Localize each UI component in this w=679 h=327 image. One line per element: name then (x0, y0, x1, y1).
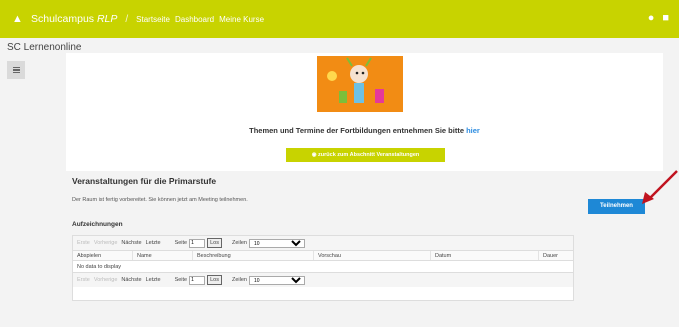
col-beschreibung[interactable]: Beschreibung (193, 251, 314, 260)
pager-first[interactable]: Erste (77, 240, 90, 246)
join-button[interactable]: Teilnehmen (588, 199, 645, 214)
chat-icon[interactable]: ■ (662, 13, 669, 24)
pager-prev[interactable]: Vorherige (94, 240, 118, 246)
pager-last[interactable]: Letzte (146, 240, 161, 246)
recordings-title: Aufzeichnungen (72, 221, 123, 228)
col-abspielen[interactable]: Abspielen (73, 251, 133, 260)
pager-next[interactable]: Nächste (121, 277, 141, 283)
page-input[interactable] (189, 238, 206, 248)
go-button[interactable]: Los (207, 275, 222, 285)
col-name[interactable]: Name (133, 251, 193, 260)
brand-name: Schulcampus (31, 13, 97, 25)
rows-select[interactable]: 10 (248, 275, 305, 285)
pager-prev[interactable]: Vorherige (94, 277, 118, 283)
brand-suffix: RLP (96, 13, 118, 25)
graduation-cap-icon: ▲ (12, 13, 23, 25)
page-label: Seite (174, 277, 188, 283)
brand[interactable]: ▲ Schulcampus RLP (12, 13, 117, 25)
banner-text: Themen und Termine der Fortbildungen ent… (249, 126, 480, 135)
banner-image (317, 56, 403, 112)
pager-top: Erste Vorherige Nächste Letzte Seite Los… (73, 236, 573, 250)
pager-last[interactable]: Letzte (146, 277, 161, 283)
hier-link[interactable]: hier (466, 126, 480, 135)
empty-message: No data to display (73, 261, 573, 273)
divider: / (125, 13, 129, 25)
table-header: Abspielen Name Beschreibung Vorschau Dat… (73, 250, 573, 261)
pager-bottom: Erste Vorherige Nächste Letzte Seite Los… (73, 273, 573, 287)
rows-label: Zeilen (231, 240, 247, 246)
col-vorschau[interactable]: Vorschau (314, 251, 431, 260)
sidebar-toggle-button[interactable] (7, 61, 25, 79)
rows-select[interactable]: 10 (248, 238, 305, 248)
go-button[interactable]: Los (207, 238, 222, 248)
meeting-ready-text: Der Raum ist fertig vorbereitet. Sie kön… (72, 197, 248, 203)
page-label: Seite (174, 240, 188, 246)
back-to-events-button[interactable]: ◉ zurück zum Abschnitt Veranstaltungen (286, 148, 445, 162)
recordings-table: Erste Vorherige Nächste Letzte Seite Los… (72, 235, 574, 301)
banner: Themen und Termine der Fortbildungen ent… (66, 53, 663, 171)
nav-meine-kurse[interactable]: Meine Kurse (219, 15, 264, 24)
bell-icon[interactable]: ● (648, 13, 655, 24)
nav-dashboard[interactable]: Dashboard (175, 15, 214, 24)
pager-next[interactable]: Nächste (121, 240, 141, 246)
red-arrow-icon (642, 170, 678, 204)
col-datum[interactable]: Datum (431, 251, 539, 260)
col-dauer[interactable]: Dauer (539, 251, 573, 260)
section-title: Veranstaltungen für die Primarstufe (72, 176, 217, 186)
top-navbar: ▲ Schulcampus RLP / Startseite Dashboard… (0, 0, 679, 38)
menu-icon (12, 66, 20, 74)
page-title: SC Lernenonline (7, 42, 82, 53)
rows-label: Zeilen (231, 277, 247, 283)
page-input[interactable] (189, 275, 206, 285)
nav-startseite[interactable]: Startseite (136, 15, 170, 24)
pager-first[interactable]: Erste (77, 277, 90, 283)
